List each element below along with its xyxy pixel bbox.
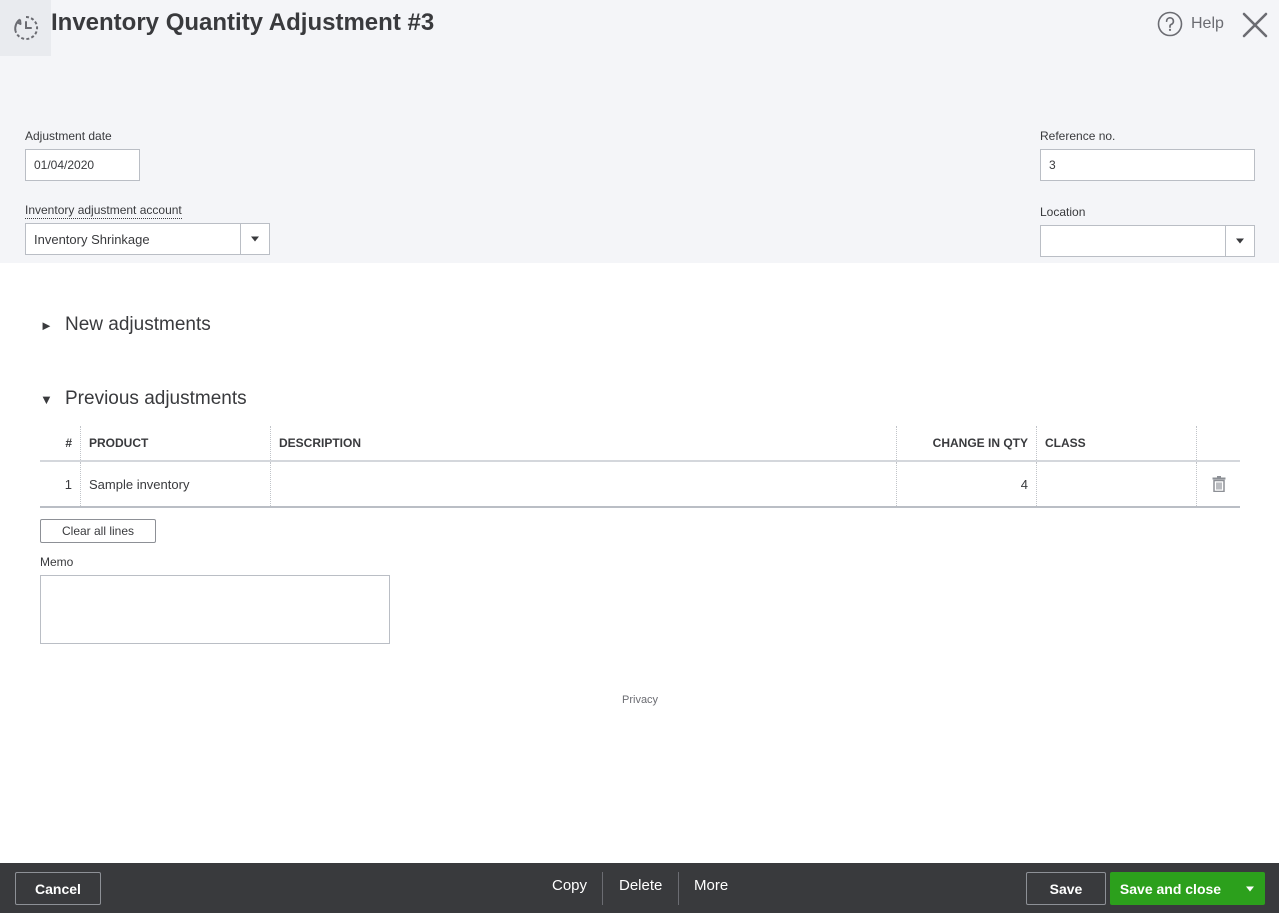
row-product[interactable]: Sample inventory (81, 462, 271, 506)
new-adjustments-toggle[interactable]: ► New adjustments (40, 314, 211, 336)
footer-divider (678, 872, 679, 905)
row-change-in-qty[interactable]: 4 (897, 462, 1037, 506)
table-header-row: # PRODUCT DESCRIPTION CHANGE IN QTY CLAS… (40, 426, 1240, 462)
close-icon (1242, 12, 1268, 38)
save-options-dropdown-button[interactable] (1235, 872, 1265, 905)
delete-button[interactable]: Delete (619, 877, 662, 894)
history-button[interactable] (0, 0, 51, 56)
page-title: Inventory Quantity Adjustment #3 (51, 9, 435, 36)
table-row[interactable]: 1 Sample inventory 4 (40, 462, 1240, 508)
privacy-link[interactable]: Privacy (622, 694, 658, 706)
location-label: Location (1040, 205, 1086, 219)
column-header-number: # (40, 426, 81, 460)
caret-down-icon (1236, 238, 1244, 244)
adjustment-date-label: Adjustment date (25, 129, 112, 143)
previous-adjustments-table: # PRODUCT DESCRIPTION CHANGE IN QTY CLAS… (40, 426, 1240, 508)
reference-no-label: Reference no. (1040, 129, 1116, 143)
column-header-product: PRODUCT (81, 426, 271, 460)
help-label: Help (1191, 15, 1224, 32)
inventory-account-label: Inventory adjustment account (25, 203, 182, 219)
cancel-button[interactable]: Cancel (15, 872, 101, 905)
column-header-actions (1197, 426, 1240, 460)
caret-down-icon (251, 236, 259, 242)
column-header-change-in-qty: CHANGE IN QTY (897, 426, 1037, 460)
previous-adjustments-heading: Previous adjustments (65, 388, 247, 409)
footer-bar: Cancel Copy Delete More Save Save and cl… (0, 863, 1279, 913)
new-adjustments-heading: New adjustments (65, 314, 211, 335)
footer-divider (602, 872, 603, 905)
question-circle-icon (1157, 11, 1183, 37)
history-clock-icon (13, 15, 38, 40)
form-header: Inventory Quantity Adjustment #3 Help Ad… (0, 0, 1279, 263)
reference-no-input[interactable] (1040, 149, 1255, 181)
row-class[interactable] (1037, 462, 1197, 506)
column-header-description: DESCRIPTION (271, 426, 897, 460)
save-and-close-split-button: Save and close (1110, 872, 1265, 905)
clear-all-lines-button[interactable]: Clear all lines (40, 519, 156, 543)
save-button[interactable]: Save (1026, 872, 1106, 905)
trash-icon (1212, 476, 1225, 492)
delete-row-button[interactable] (1197, 462, 1240, 506)
inventory-account-dropdown-button[interactable] (240, 224, 269, 254)
copy-button[interactable]: Copy (552, 877, 587, 894)
location-dropdown-button[interactable] (1225, 226, 1254, 256)
collapsed-arrow-icon: ► (40, 317, 53, 333)
caret-down-icon (1246, 886, 1254, 891)
row-number: 1 (40, 462, 81, 506)
location-value (1041, 226, 1225, 256)
close-button[interactable] (1240, 10, 1270, 40)
more-button[interactable]: More (694, 877, 728, 894)
memo-label: Memo (40, 555, 74, 569)
expanded-arrow-icon: ▼ (40, 391, 53, 407)
location-select[interactable] (1040, 225, 1255, 257)
inventory-account-value: Inventory Shrinkage (34, 231, 150, 247)
previous-adjustments-toggle[interactable]: ▼ Previous adjustments (40, 388, 247, 410)
row-description[interactable] (271, 462, 897, 506)
inventory-account-select[interactable]: Inventory Shrinkage (25, 223, 270, 255)
memo-textarea[interactable] (40, 575, 390, 644)
help-button[interactable]: Help (1157, 11, 1224, 37)
adjustment-date-input[interactable] (25, 149, 140, 181)
column-header-class: CLASS (1037, 426, 1197, 460)
save-and-close-button[interactable]: Save and close (1110, 872, 1235, 905)
